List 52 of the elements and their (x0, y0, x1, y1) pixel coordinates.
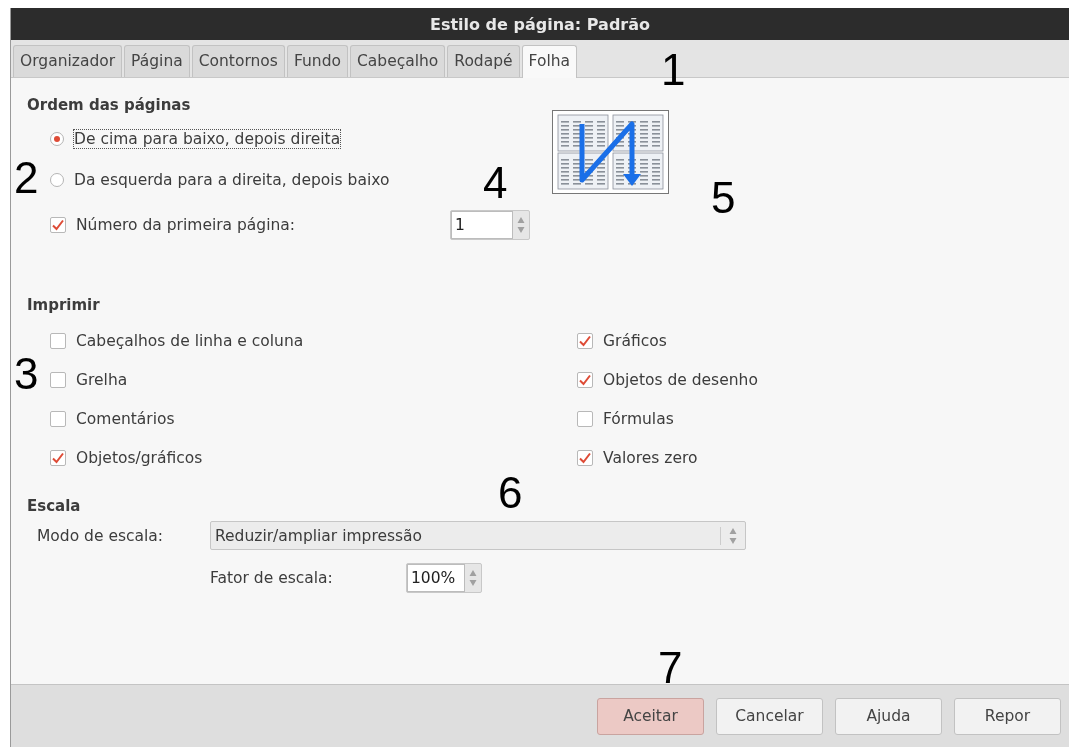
dialog-button[interactable]: Repor (954, 697, 1061, 735)
checkbox-label: Comentários (76, 410, 175, 428)
checkbox[interactable] (577, 450, 593, 466)
dialog-button[interactable]: Aceitar (597, 697, 704, 735)
checkbox[interactable] (577, 372, 593, 388)
option-label: De cima para baixo, depois direita (74, 130, 341, 148)
checkbox-label: Cabeçalhos de linha e coluna (76, 332, 304, 350)
checkbox-label: Valores zero (603, 449, 698, 467)
option-label: Da esquerda para a direita, depois baixo (74, 171, 390, 189)
checkbox[interactable] (50, 450, 66, 466)
spinner-arrows-icon[interactable] (729, 526, 737, 545)
field-label: Fator de escala: (210, 569, 334, 587)
checkbox[interactable] (50, 411, 66, 427)
field-label: Modo de escala: (37, 526, 165, 545)
callout-number: 7 (658, 646, 683, 690)
dropdown[interactable]: Reduzir/ampliar impressão (210, 521, 746, 550)
dialog-button[interactable]: Ajuda (835, 697, 942, 735)
spin-field[interactable]: 100% (406, 563, 482, 593)
callout-number: 5 (711, 176, 736, 220)
section-heading: Escala (27, 497, 82, 515)
tab[interactable]: Rodapé (447, 45, 520, 77)
callout-number: 2 (14, 156, 39, 200)
spinner-arrows-icon[interactable] (517, 216, 525, 234)
spinner-arrows-icon[interactable] (469, 569, 477, 587)
section-heading: Imprimir (27, 296, 101, 314)
window-title: Estilo de página: Padrão (11, 8, 1069, 40)
dialog-button[interactable]: Cancelar (716, 697, 823, 735)
section-heading: Ordem das páginas (27, 96, 192, 114)
checkbox[interactable] (50, 217, 66, 233)
radio-button[interactable] (50, 173, 64, 187)
checkbox[interactable] (50, 372, 66, 388)
tab[interactable]: Folha (521, 45, 578, 78)
checkbox-label: Número da primeira página: (76, 216, 296, 234)
tab[interactable]: Contornos (191, 45, 285, 77)
callout-number: 4 (483, 161, 508, 205)
callout-number: 6 (498, 471, 523, 515)
checkbox-label: Grelha (76, 371, 128, 389)
callout-number: 3 (14, 352, 39, 396)
tab[interactable]: Organizador (13, 45, 123, 77)
checkbox-label: Objetos de desenho (603, 371, 758, 389)
checkbox[interactable] (577, 411, 593, 427)
tab[interactable]: Página (124, 45, 190, 77)
radio-button[interactable] (50, 132, 64, 146)
tab[interactable]: Cabeçalho (349, 45, 446, 77)
checkbox-label: Objetos/gráficos (76, 449, 203, 467)
checkbox-label: Fórmulas (603, 410, 674, 428)
tab[interactable]: Fundo (286, 45, 348, 77)
checkbox[interactable] (577, 333, 593, 349)
checkbox-label: Gráficos (603, 332, 667, 350)
spin-field[interactable]: 1 (450, 210, 530, 240)
checkbox[interactable] (50, 333, 66, 349)
callout-number: 1 (661, 48, 686, 92)
